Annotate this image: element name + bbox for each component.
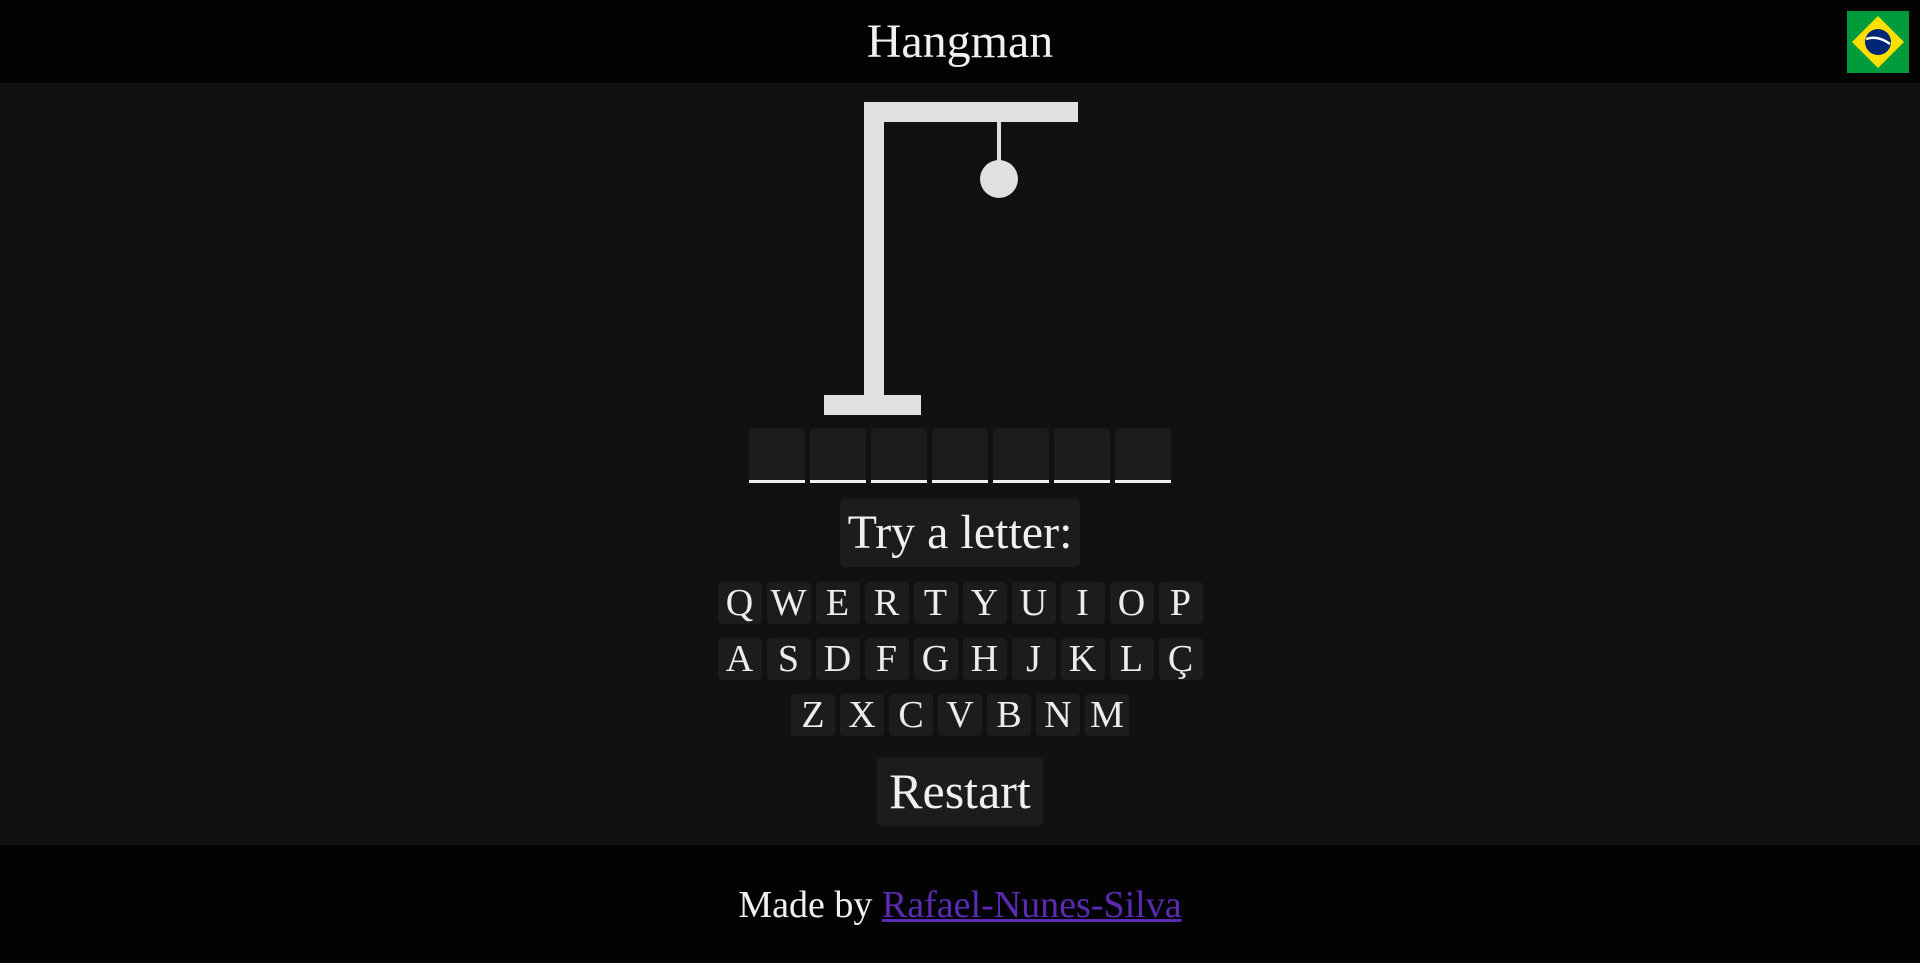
hangman-drawing <box>824 102 1078 415</box>
author-link[interactable]: Rafael-Nunes-Silva <box>882 884 1182 926</box>
key-i[interactable]: I <box>1060 582 1105 624</box>
game-area: Try a letter: Q W E R T Y U I O P A S D … <box>0 83 1920 845</box>
brazil-flag-graphic <box>1847 11 1909 73</box>
restart-button[interactable]: Restart <box>877 757 1043 826</box>
letter-slot <box>871 428 927 483</box>
key-z[interactable]: Z <box>791 694 835 736</box>
hangman-head <box>980 160 1018 198</box>
key-c[interactable]: C <box>889 694 933 736</box>
key-q[interactable]: Q <box>717 582 762 624</box>
gallows-rope <box>997 120 1001 162</box>
key-f[interactable]: F <box>864 638 909 680</box>
keyboard-row-2: A S D F G H J K L Ç <box>0 638 1920 680</box>
keyboard-row-3: Z X C V B N M <box>0 694 1920 736</box>
key-e[interactable]: E <box>815 582 860 624</box>
key-n[interactable]: N <box>1036 694 1080 736</box>
key-t[interactable]: T <box>913 582 958 624</box>
key-h[interactable]: H <box>962 638 1007 680</box>
key-u[interactable]: U <box>1011 582 1056 624</box>
credit-prefix: Made by <box>738 884 873 926</box>
page-title: Hangman <box>866 15 1054 68</box>
letter-slot <box>1054 428 1110 483</box>
letter-slot <box>749 428 805 483</box>
key-w[interactable]: W <box>766 582 811 624</box>
key-d[interactable]: D <box>815 638 860 680</box>
key-m[interactable]: M <box>1085 694 1129 736</box>
brazil-flag-icon[interactable] <box>1847 11 1909 73</box>
key-s[interactable]: S <box>766 638 811 680</box>
restart-container: Restart <box>0 757 1920 826</box>
try-letter-prompt: Try a letter: <box>839 499 1081 567</box>
prompt-container: Try a letter: <box>0 499 1920 567</box>
key-k[interactable]: K <box>1060 638 1105 680</box>
page-footer: Made by Rafael-Nunes-Silva <box>0 845 1920 963</box>
key-c-cedilla[interactable]: Ç <box>1158 638 1203 680</box>
key-v[interactable]: V <box>938 694 982 736</box>
key-o[interactable]: O <box>1109 582 1154 624</box>
key-x[interactable]: X <box>840 694 884 736</box>
letter-slot <box>1115 428 1171 483</box>
key-j[interactable]: J <box>1011 638 1056 680</box>
letter-slot <box>993 428 1049 483</box>
keyboard-row-1: Q W E R T Y U I O P <box>0 582 1920 624</box>
letter-keyboard: Q W E R T Y U I O P A S D F G H J K L Ç … <box>0 582 1920 750</box>
gallows-beam <box>864 102 1078 122</box>
key-y[interactable]: Y <box>962 582 1007 624</box>
key-p[interactable]: P <box>1158 582 1203 624</box>
key-a[interactable]: A <box>717 638 762 680</box>
key-l[interactable]: L <box>1109 638 1154 680</box>
key-r[interactable]: R <box>864 582 909 624</box>
footer-credit: Made by Rafael-Nunes-Silva <box>0 883 1920 927</box>
word-display <box>0 428 1920 483</box>
gallows-pole <box>864 102 884 398</box>
key-g[interactable]: G <box>913 638 958 680</box>
letter-slot <box>810 428 866 483</box>
app-header: Hangman <box>0 0 1920 83</box>
key-b[interactable]: B <box>987 694 1031 736</box>
letter-slot <box>932 428 988 483</box>
